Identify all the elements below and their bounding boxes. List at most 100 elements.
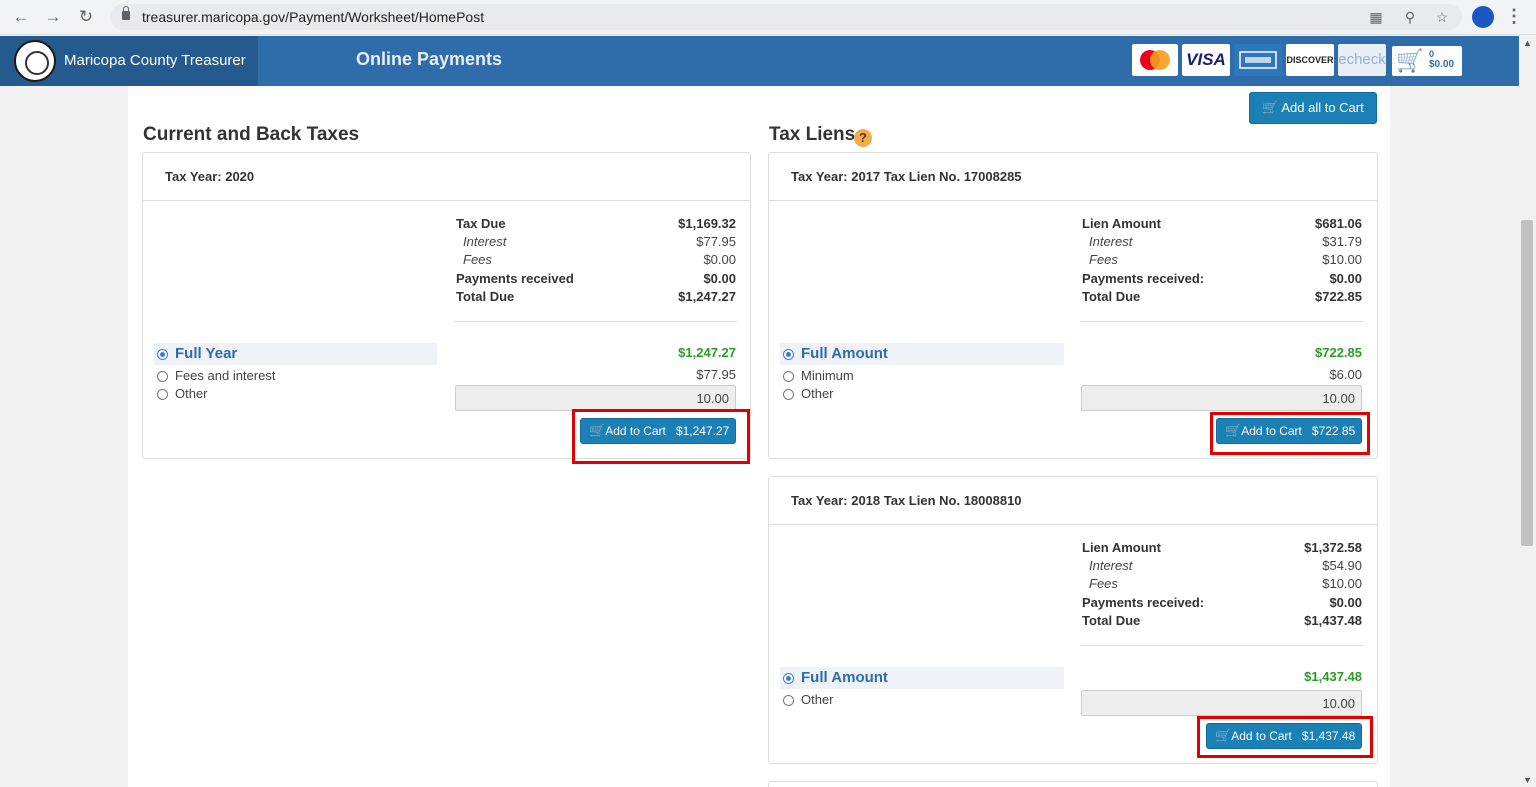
visa-icon: VISA: [1182, 44, 1230, 76]
site-title: Online Payments: [356, 49, 503, 69]
fees-label: Fees: [1089, 576, 1118, 591]
header-cart[interactable]: 🛒 0 $0.00: [1392, 46, 1462, 76]
full-amount-label[interactable]: Full Amount: [801, 345, 888, 363]
total-due-label: Total Due: [456, 289, 515, 304]
other-amount-input[interactable]: [1081, 690, 1362, 716]
browser-menu-icon[interactable]: ⋮: [1505, 5, 1523, 29]
other-radio[interactable]: [157, 389, 168, 400]
brand-name: Maricopa County Treasurer: [64, 52, 246, 69]
help-icon[interactable]: ?: [854, 129, 872, 147]
cart-icon: 🛒: [1262, 100, 1279, 115]
highlight-box: [1210, 412, 1370, 455]
current-taxes-title: Current and Back Taxes: [143, 124, 360, 145]
amex-icon: [1234, 44, 1282, 76]
total-due-value: $1,437.48: [1304, 613, 1362, 628]
reload-icon[interactable]: ↻: [74, 6, 98, 28]
cart-total: $0.00: [1429, 59, 1455, 70]
payments-received-value: $0.00: [703, 271, 736, 286]
fees-interest-label[interactable]: Fees and interest: [175, 367, 275, 385]
fees-label: Fees: [463, 252, 492, 267]
tax-due-label: Tax Due: [456, 216, 506, 231]
lien-amount-value: $1,372.58: [1304, 540, 1362, 555]
panel-heading: Tax Year: 2018 Tax Lien No. 18008810: [769, 477, 1377, 525]
tax-due-value: $1,169.32: [678, 216, 736, 231]
fees-interest-radio[interactable]: [157, 371, 168, 382]
other-amount-input[interactable]: [1081, 385, 1362, 411]
fees-value: $10.00: [1322, 576, 1362, 591]
add-all-to-cart-button[interactable]: 🛒 Add all to Cart: [1249, 92, 1377, 124]
county-seal-logo: [14, 40, 56, 82]
cart-count: 0: [1429, 49, 1435, 59]
profile-avatar[interactable]: [1472, 6, 1494, 28]
echeck-icon: echeck: [1338, 44, 1386, 76]
minimum-amount: $6.00: [1329, 367, 1362, 382]
discover-icon: DISCOVER: [1286, 44, 1334, 76]
interest-value: $31.79: [1322, 234, 1362, 249]
forward-arrow-icon[interactable]: →: [41, 6, 65, 28]
full-amount-value: $1,437.48: [1304, 669, 1362, 684]
lien-amount-label: Lien Amount: [1082, 216, 1161, 231]
interest-value: $54.90: [1322, 558, 1362, 573]
other-label[interactable]: Other: [801, 691, 834, 709]
browser-toolbar: ← → ↻ treasurer.maricopa.gov/Payment/Wor…: [0, 0, 1536, 35]
payments-received-label: Payments received:: [1082, 595, 1205, 610]
divider: [454, 321, 737, 322]
lien-amount-value: $681.06: [1315, 216, 1362, 231]
next-panel-edge: [768, 781, 1378, 787]
highlight-box: [572, 409, 750, 464]
site-header: Maricopa County Treasurer Online Payment…: [0, 36, 1519, 86]
fees-interest-amount: $77.95: [696, 367, 736, 382]
page-scrollbar[interactable]: ▲ ▼: [1519, 36, 1536, 787]
tax-liens-title: Tax Liens: [769, 124, 856, 145]
full-year-amount: $1,247.27: [678, 345, 736, 360]
lock-icon: [122, 6, 130, 20]
translate-icon[interactable]: ▦: [1366, 8, 1386, 26]
brand-block[interactable]: Maricopa County Treasurer: [0, 36, 258, 86]
fees-value: $0.00: [703, 252, 736, 267]
full-amount-radio[interactable]: [783, 349, 794, 360]
highlight-box: [1197, 716, 1373, 758]
panel-heading: Tax Year: 2020: [143, 153, 750, 201]
payments-received-value: $0.00: [1329, 271, 1362, 286]
fees-label: Fees: [1089, 252, 1118, 267]
url-text: treasurer.maricopa.gov/Payment/Worksheet…: [142, 9, 485, 25]
mastercard-icon: [1132, 44, 1178, 76]
divider: [1080, 645, 1363, 646]
payments-received-label: Payments received: [456, 271, 574, 286]
payments-received-value: $0.00: [1329, 595, 1362, 610]
other-radio[interactable]: [783, 695, 794, 706]
add-all-label: Add all to Cart: [1281, 100, 1364, 115]
zoom-icon[interactable]: ⚲: [1400, 8, 1420, 26]
scroll-up-arrow-icon[interactable]: ▲: [1523, 38, 1532, 48]
address-bar[interactable]: treasurer.maricopa.gov/Payment/Worksheet…: [110, 4, 1462, 30]
fees-value: $10.00: [1322, 252, 1362, 267]
full-amount-radio[interactable]: [783, 673, 794, 684]
interest-label: Interest: [463, 234, 507, 249]
shopping-cart-icon: 🛒: [1396, 48, 1424, 73]
other-radio[interactable]: [783, 389, 794, 400]
full-year-radio[interactable]: [157, 349, 168, 360]
interest-label: Interest: [1089, 558, 1133, 573]
other-label[interactable]: Other: [175, 385, 208, 403]
bookmark-star-icon[interactable]: ☆: [1432, 8, 1452, 26]
lien-amount-label: Lien Amount: [1082, 540, 1161, 555]
full-amount-value: $722.85: [1315, 345, 1362, 360]
full-amount-label[interactable]: Full Amount: [801, 669, 888, 687]
back-arrow-icon[interactable]: ←: [9, 6, 33, 28]
minimum-radio[interactable]: [783, 371, 794, 382]
total-due-label: Total Due: [1082, 289, 1141, 304]
interest-label: Interest: [1089, 234, 1133, 249]
full-year-label[interactable]: Full Year: [175, 345, 237, 363]
divider: [1080, 321, 1363, 322]
other-label[interactable]: Other: [801, 385, 834, 403]
payments-received-label: Payments received:: [1082, 271, 1205, 286]
total-due-label: Total Due: [1082, 613, 1141, 628]
interest-value: $77.95: [696, 234, 736, 249]
total-due-value: $722.85: [1315, 289, 1362, 304]
total-due-value: $1,247.27: [678, 289, 736, 304]
scroll-thumb[interactable]: [1521, 220, 1533, 546]
other-amount-input[interactable]: [455, 385, 736, 411]
scroll-down-arrow-icon[interactable]: ▼: [1523, 775, 1532, 785]
panel-heading: Tax Year: 2017 Tax Lien No. 17008285: [769, 153, 1377, 201]
minimum-label[interactable]: Minimum: [801, 367, 854, 385]
